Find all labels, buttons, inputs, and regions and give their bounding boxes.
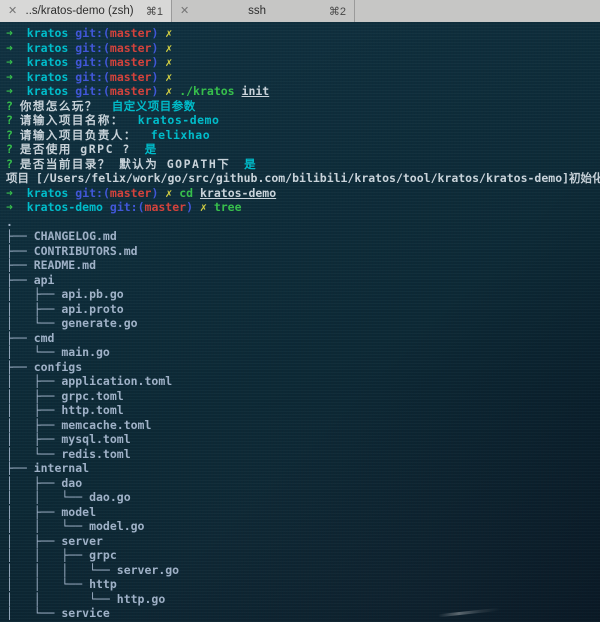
terminal-line: ├── configs — [6, 360, 600, 375]
terminal-line: │ ├── dao — [6, 476, 600, 491]
terminal-line: ? 请输入项目负责人： felixhao — [6, 128, 600, 143]
terminal-line: │ ├── http.toml — [6, 403, 600, 418]
terminal-line: ? 是否当前目录？ 默认为 GOPATH下 是 — [6, 157, 600, 172]
terminal-line: ? 你想怎么玩？ 自定义项目参数 — [6, 99, 600, 114]
terminal-line: ➜ kratos git:(master) ✗ cd kratos-demo — [6, 186, 600, 201]
terminal-line: │ └── main.go — [6, 345, 600, 360]
terminal-line: ➜ kratos git:(master) ✗ — [6, 55, 600, 70]
terminal-line: ├── cmd — [6, 331, 600, 346]
terminal-line: │ ├── grpc.toml — [6, 389, 600, 404]
tab-kratos-demo[interactable]: ✕ ..s/kratos-demo (zsh) ⌘1 — [0, 0, 172, 22]
terminal-line: │ ├── application.toml — [6, 374, 600, 389]
terminal-line: │ │ └── model.go — [6, 519, 600, 534]
terminal-line: │ ├── mysql.toml — [6, 432, 600, 447]
terminal-line: ? 是否使用 gRPC ? 是 — [6, 142, 600, 157]
terminal-line: │ ├── api.proto — [6, 302, 600, 317]
terminal-line: ├── CHANGELOG.md — [6, 229, 600, 244]
tab-shortcut: ⌘1 — [146, 5, 163, 18]
close-icon[interactable]: ✕ — [8, 6, 17, 17]
terminal-line: │ │ │ └── server.go — [6, 563, 600, 578]
terminal-line: │ │ └── http.go — [6, 592, 600, 607]
terminal-line: ➜ kratos git:(master) ✗ — [6, 26, 600, 41]
tab-shortcut: ⌘2 — [329, 5, 346, 18]
terminal-line: ➜ kratos git:(master) ✗ ./kratos init — [6, 84, 600, 99]
terminal-line: │ ├── api.pb.go — [6, 287, 600, 302]
terminal-line: . — [6, 215, 600, 230]
terminal-line: ➜ kratos git:(master) ✗ — [6, 70, 600, 85]
terminal-line: ? 请输入项目名称： kratos-demo — [6, 113, 600, 128]
terminal-line: ├── CONTRIBUTORS.md — [6, 244, 600, 259]
terminal-line: │ │ └── http — [6, 577, 600, 592]
terminal-line: 项目 [/Users/felix/work/go/src/github.com/… — [6, 171, 600, 186]
terminal-line: ➜ kratos-demo git:(master) ✗ tree — [6, 200, 600, 215]
terminal-line: │ ├── model — [6, 505, 600, 520]
terminal-window: ✕ ..s/kratos-demo (zsh) ⌘1 ✕ ssh ⌘2 ➜ kr… — [0, 0, 600, 622]
terminal-line: ├── api — [6, 273, 600, 288]
terminal-line: │ │ ├── grpc — [6, 548, 600, 563]
close-icon[interactable]: ✕ — [180, 6, 189, 17]
terminal-line: │ ├── memcache.toml — [6, 418, 600, 433]
tab-bar: ✕ ..s/kratos-demo (zsh) ⌘1 ✕ ssh ⌘2 — [0, 0, 600, 22]
terminal-output: ➜ kratos git:(master) ✗➜ kratos git:(mas… — [6, 26, 600, 621]
terminal-line: │ └── service — [6, 606, 600, 621]
tab-ssh[interactable]: ✕ ssh ⌘2 — [172, 0, 355, 22]
terminal-line: │ │ └── dao.go — [6, 490, 600, 505]
terminal-line: │ └── redis.toml — [6, 447, 600, 462]
tab-title: ..s/kratos-demo (zsh) — [23, 5, 136, 17]
terminal-line: ├── README.md — [6, 258, 600, 273]
terminal-line: │ └── generate.go — [6, 316, 600, 331]
terminal-line: │ ├── server — [6, 534, 600, 549]
terminal-line: ➜ kratos git:(master) ✗ — [6, 41, 600, 56]
terminal-screen[interactable]: ➜ kratos git:(master) ✗➜ kratos git:(mas… — [0, 22, 600, 622]
tab-bar-filler — [355, 0, 600, 22]
terminal-line: ├── internal — [6, 461, 600, 476]
tab-title: ssh — [195, 5, 319, 17]
